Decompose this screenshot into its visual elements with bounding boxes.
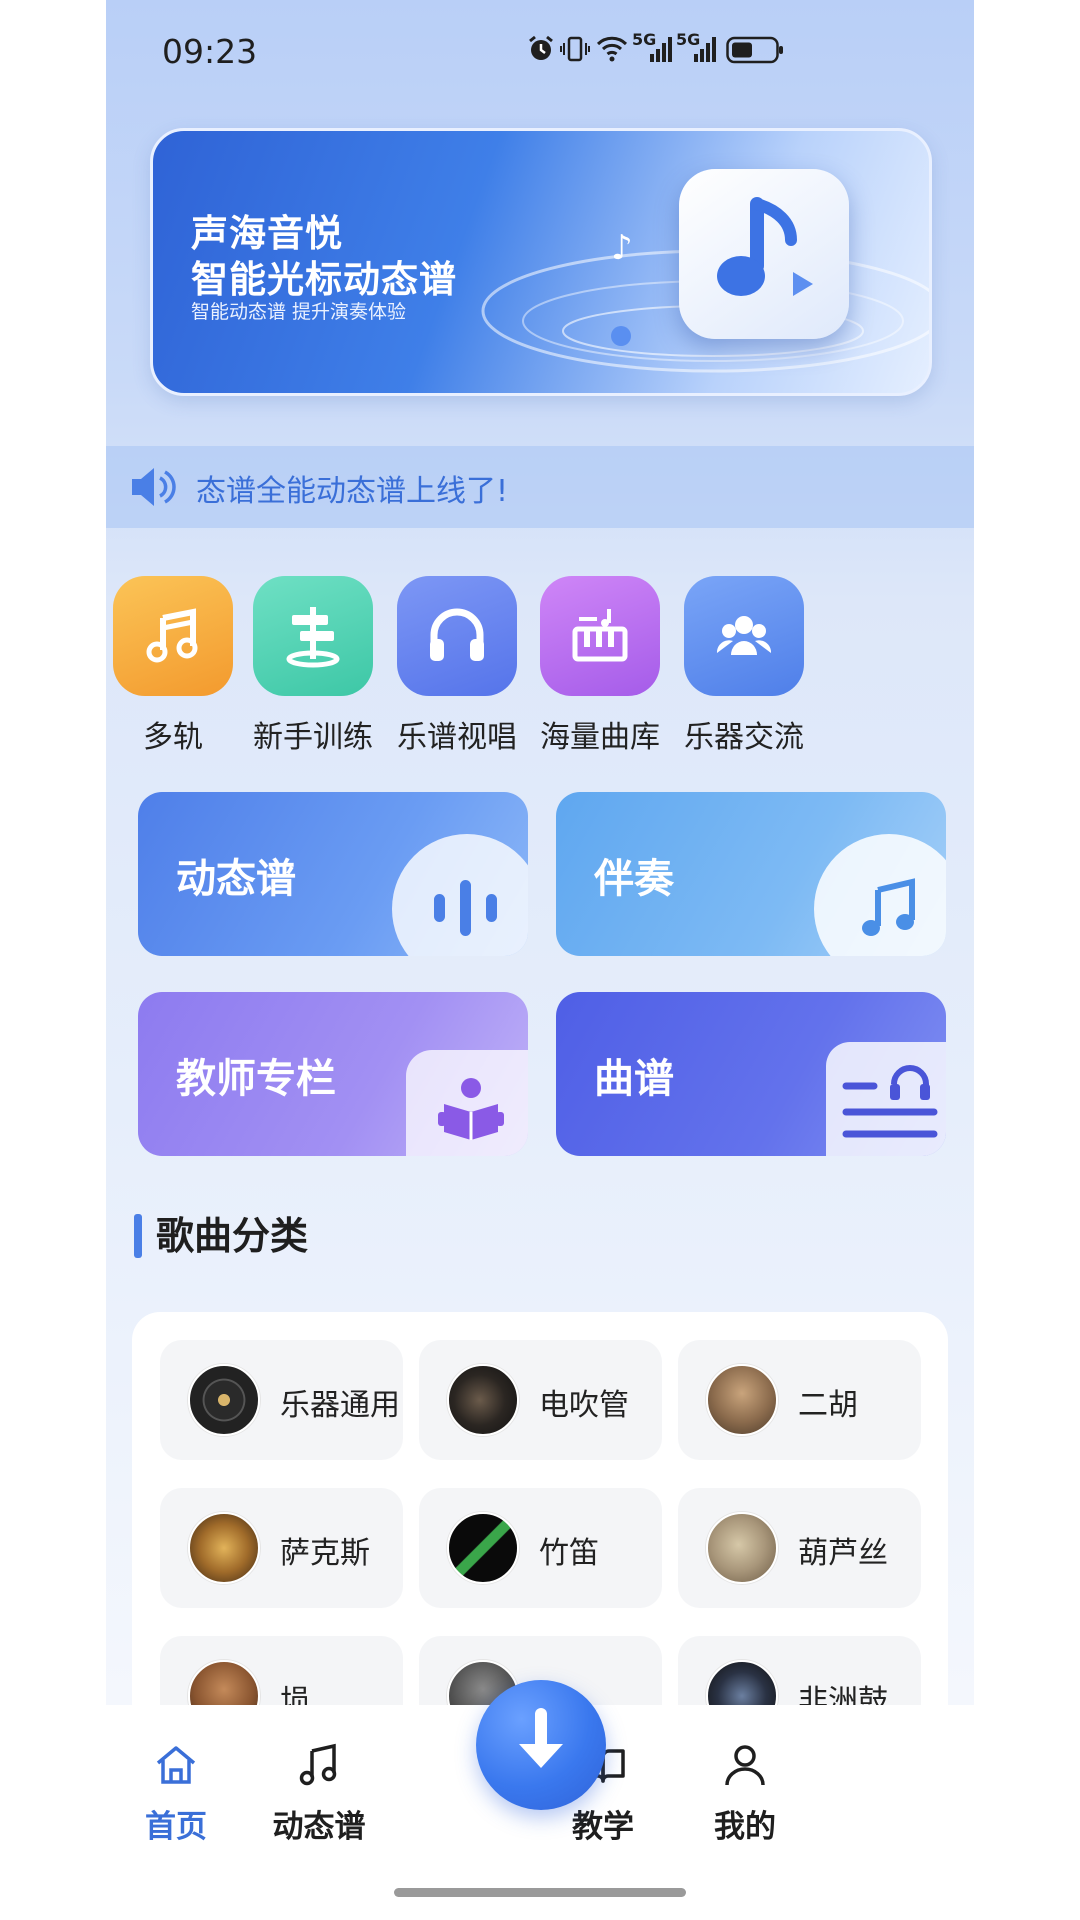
nav-label: 首页 bbox=[145, 1809, 207, 1845]
signal-5g-icon bbox=[650, 34, 674, 68]
category-label: 乐器通用 bbox=[280, 1388, 400, 1423]
notice-text: 态谱全能动态谱上线了! bbox=[196, 474, 509, 509]
group-icon bbox=[684, 576, 804, 696]
category-label: 竹笛 bbox=[539, 1536, 599, 1571]
home-indicator[interactable] bbox=[394, 1888, 686, 1897]
signpost-icon bbox=[253, 576, 373, 696]
erhu-icon bbox=[706, 1364, 778, 1436]
category-chip[interactable]: 乐器通用 bbox=[160, 1340, 403, 1460]
quick-action-sight-singing[interactable]: 乐谱视唱 bbox=[382, 576, 532, 756]
quick-action-label: 海量曲库 bbox=[540, 720, 660, 755]
audio-bars-icon bbox=[428, 876, 508, 944]
banner-subtitle: 智能动态谱 提升演奏体验 bbox=[191, 301, 407, 323]
download-button[interactable] bbox=[476, 1680, 606, 1810]
wifi-icon bbox=[596, 34, 628, 68]
nav-item-profile[interactable]: 我的 bbox=[675, 1741, 815, 1846]
card-accompaniment[interactable]: 伴奏 bbox=[556, 792, 946, 956]
banner-title-line2: 智能光标动态谱 bbox=[191, 258, 457, 301]
electronic-wind-instrument-icon bbox=[447, 1364, 519, 1436]
card-label: 曲谱 bbox=[594, 1056, 674, 1102]
quick-action-label: 乐器交流 bbox=[684, 720, 804, 755]
category-label: 萨克斯 bbox=[280, 1536, 370, 1571]
battery-icon bbox=[726, 36, 784, 68]
app-screen: 09:23 5G 5G ♪ 声海音悦 智能光标动态谱 智能动态谱 提升演奏体验 … bbox=[106, 0, 974, 1920]
category-label: 二胡 bbox=[798, 1388, 858, 1423]
card-label: 伴奏 bbox=[594, 856, 674, 902]
status-time: 09:23 bbox=[162, 32, 258, 71]
card-label: 动态谱 bbox=[176, 856, 296, 902]
nav-label: 我的 bbox=[714, 1809, 776, 1845]
vibrate-icon bbox=[560, 34, 590, 68]
home-icon bbox=[152, 1746, 200, 1793]
category-label: 电吹管 bbox=[539, 1388, 629, 1423]
card-teacher-column[interactable]: 教师专栏 bbox=[138, 992, 528, 1156]
svg-text:♪: ♪ bbox=[611, 228, 633, 268]
category-chip[interactable]: 葫芦丝 bbox=[678, 1488, 921, 1608]
user-icon bbox=[721, 1745, 769, 1793]
quick-action-multitrack[interactable]: 多轨 bbox=[106, 576, 248, 756]
signal-5g-icon bbox=[694, 34, 718, 68]
vinyl-record-icon bbox=[188, 1364, 260, 1436]
piano-icon bbox=[540, 576, 660, 696]
card-label: 教师专栏 bbox=[176, 1056, 336, 1102]
category-panel: 乐器通用 电吹管 二胡 萨克斯 竹笛 葫芦丝 埙 非洲鼓 bbox=[132, 1312, 948, 1756]
card-sheet-music[interactable]: 曲谱 bbox=[556, 992, 946, 1156]
speaker-icon bbox=[128, 464, 178, 514]
alarm-icon bbox=[526, 34, 556, 68]
download-arrow-icon bbox=[509, 1708, 573, 1782]
promo-banner[interactable]: ♪ 声海音悦 智能光标动态谱 智能动态谱 提升演奏体验 bbox=[150, 128, 932, 396]
category-label: 葫芦丝 bbox=[798, 1536, 888, 1571]
music-app-icon bbox=[679, 169, 849, 339]
quick-action-instrument-exchange[interactable]: 乐器交流 bbox=[669, 576, 819, 756]
category-chip[interactable]: 电吹管 bbox=[419, 1340, 662, 1460]
quick-action-label: 乐谱视唱 bbox=[397, 720, 517, 755]
quick-action-music-library[interactable]: 海量曲库 bbox=[525, 576, 675, 756]
bamboo-flute-icon bbox=[447, 1512, 519, 1584]
section-title: 歌曲分类 bbox=[156, 1214, 309, 1258]
music-note-icon bbox=[295, 1743, 343, 1793]
quick-action-label: 多轨 bbox=[143, 720, 203, 755]
category-chip[interactable]: 萨克斯 bbox=[160, 1488, 403, 1608]
music-note-icon bbox=[856, 874, 926, 948]
category-chip[interactable]: 竹笛 bbox=[419, 1488, 662, 1608]
nav-item-home[interactable]: 首页 bbox=[106, 1741, 246, 1846]
nav-item-dynamic-score[interactable]: 动态谱 bbox=[249, 1741, 389, 1846]
hulusi-icon bbox=[706, 1512, 778, 1584]
section-indicator bbox=[134, 1214, 142, 1258]
saxophone-icon bbox=[188, 1512, 260, 1584]
quick-action-label: 新手训练 bbox=[253, 720, 373, 755]
nav-label: 动态谱 bbox=[272, 1809, 366, 1845]
status-bar: 09:23 5G 5G bbox=[106, 20, 974, 80]
card-dynamic-score[interactable]: 动态谱 bbox=[138, 792, 528, 956]
notice-bar[interactable]: 态谱全能动态谱上线了! bbox=[106, 446, 974, 528]
headphone-list-icon bbox=[840, 1054, 946, 1156]
headphones-icon bbox=[397, 576, 517, 696]
quick-action-beginner-training[interactable]: 新手训练 bbox=[238, 576, 388, 756]
music-note-icon bbox=[113, 576, 233, 696]
category-chip[interactable]: 二胡 bbox=[678, 1340, 921, 1460]
reader-book-icon bbox=[436, 1072, 506, 1146]
